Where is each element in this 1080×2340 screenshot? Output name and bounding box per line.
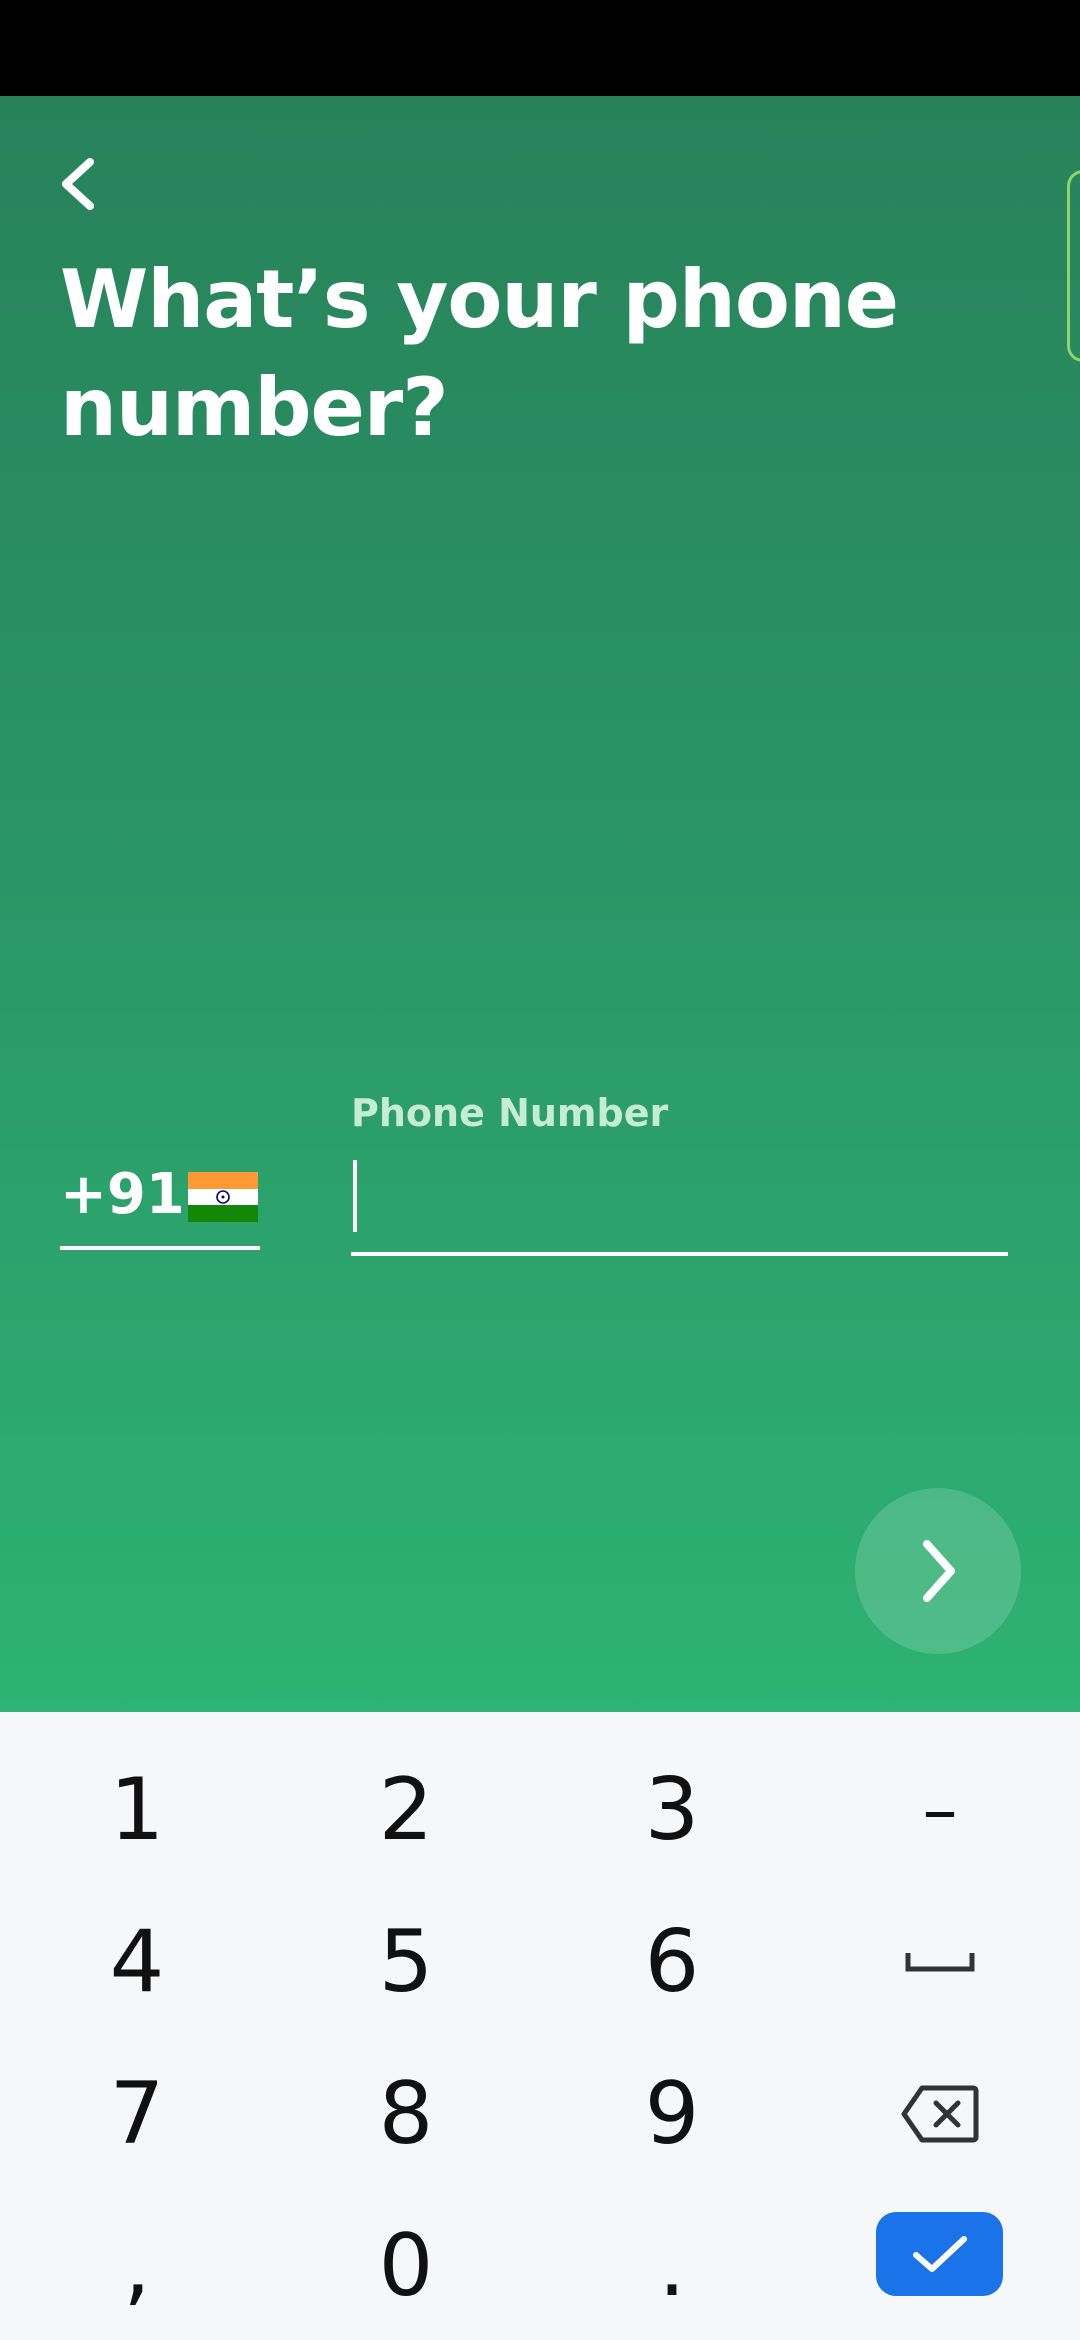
key-space[interactable] [840,1892,1040,2032]
backspace-icon [901,2085,979,2143]
text-caret [353,1160,357,1232]
next-button[interactable] [855,1488,1021,1654]
key-8[interactable]: 8 [306,2044,506,2184]
key-6[interactable]: 6 [572,1892,772,2032]
key-comma[interactable]: , [37,2196,237,2336]
phone-number-label: Phone Number [351,1091,669,1135]
key-backspace[interactable] [840,2044,1040,2184]
checkmark-icon [912,2236,967,2272]
phone-entry-screen: What’s your phone number? +91 Phone Numb… [0,96,1080,1712]
country-code-selector[interactable]: +91 [60,1106,260,1250]
key-7[interactable]: 7 [37,2044,237,2184]
key-5[interactable]: 5 [306,1892,506,2032]
edge-panel-handle[interactable] [1067,170,1080,362]
back-button[interactable] [52,144,108,224]
chevron-right-icon [923,1540,955,1602]
page-title: What’s your phone number? [60,253,899,454]
key-9[interactable]: 9 [572,2044,772,2184]
key-2[interactable]: 2 [306,1740,506,1880]
key-dash[interactable]: – [840,1740,1040,1880]
key-1[interactable]: 1 [37,1740,237,1880]
phone-number-input[interactable] [351,1146,1008,1256]
chevron-left-icon [62,158,94,210]
key-period[interactable]: . [572,2196,772,2336]
key-0[interactable]: 0 [306,2196,506,2336]
space-bar-icon [905,1953,975,1972]
india-flag-icon [188,1172,258,1222]
key-4[interactable]: 4 [37,1892,237,2032]
enter-key[interactable] [876,2212,1003,2296]
country-code: +91 [60,1162,185,1227]
key-3[interactable]: 3 [572,1740,772,1880]
status-bar [0,0,1080,96]
